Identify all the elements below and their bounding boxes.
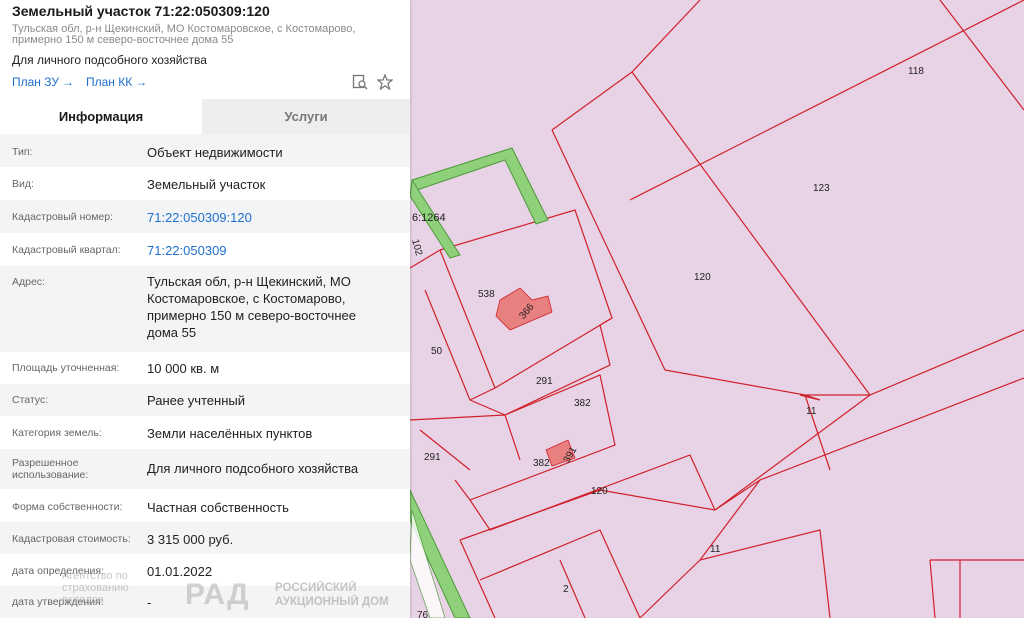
info-row-kind: Вид: Земельный участок [0,167,410,201]
tab-information[interactable]: Информация [0,99,202,134]
map-label-120b: 120 [591,486,608,497]
map-label-11b: 11 [710,544,721,555]
info-label: Тип: [12,146,33,158]
map-label-382a: 382 [574,398,591,409]
tab-bar: Информация Услуги [0,99,410,134]
info-row-type: Тип: Объект недвижимости [0,134,410,168]
info-row-cadastral-value: Кадастровая стоимость: 3 315 000 руб. [0,522,410,555]
parcel-purpose: Для личного подсобного хозяйства [12,53,207,67]
map-label-120: 120 [694,272,711,283]
info-row-cadastral-quarter: Кадастровый квартал: 71:22:050309 [0,233,410,267]
info-panel: Земельный участок 71:22:050309:120 Тульс… [0,0,410,618]
info-row-land-category: Категория земель: Земли населённых пункт… [0,416,410,450]
info-row-permitted-use: Разрешенное использование: Для личного п… [0,449,410,490]
map-label-1264: 6:1264 [412,212,446,224]
info-label: Форма собственности: [12,501,123,513]
info-value: Объект недвижимости [147,145,283,160]
map-label-291a: 291 [536,376,553,387]
plan-kk-link[interactable]: План КК → [86,75,147,89]
info-value: Частная собственность [147,500,289,515]
info-row-area: Площадь уточненная: 10 000 кв. м [0,352,410,385]
rad-watermark-line1: РОССИЙСКИЙ [275,582,357,594]
info-label: Вид: [12,178,34,190]
info-value: Земли населённых пунктов [147,426,313,441]
cadastral-number-link[interactable]: 71:22:050309:120 [147,209,387,226]
map-label-50: 50 [431,346,443,357]
plan-zu-link[interactable]: План ЗУ → [12,75,74,89]
map-label-118: 118 [908,66,924,77]
map-label-123: 123 [813,183,830,194]
info-value: Для личного подсобного хозяйства [147,461,359,476]
info-row-ownership: Форма собственности: Частная собственнос… [0,489,410,523]
arrow-right-icon: → [135,75,148,89]
info-value: 10 000 кв. м [147,361,220,376]
map-label-76: 76 [417,610,429,618]
info-value: Земельный участок [147,177,266,192]
info-value: 01.01.2022 [147,564,213,579]
parcel-address-short: Тульская обл, р-н Щекинский, МО Костомар… [12,23,356,46]
info-row-cadastral-number: Кадастровый номер: 71:22:050309:120 [0,200,410,234]
info-label: Кадастровый номер: [12,211,114,223]
rad-logo-watermark: РАД [185,578,250,611]
map-label-291b: 291 [424,452,441,463]
plan-zu-label: План ЗУ [12,75,59,89]
tab-services[interactable]: Услуги [202,99,410,134]
map-label-382b: 382 [533,458,550,469]
info-label: Категория земель: [12,427,102,439]
star-icon[interactable] [376,73,394,91]
agency-watermark: Агентство по страхованию вкладов [62,570,129,606]
info-label: Статус: [12,394,49,406]
map-label-2: 2 [563,584,569,595]
rad-watermark-line2: АУКЦИОННЫЙ ДОМ [275,596,389,608]
plan-kk-label: План КК [86,75,133,89]
info-value: Ранее учтенный [147,393,245,408]
info-label: Кадастровый квартал: [12,244,121,256]
arrow-right-icon: → [62,75,74,89]
info-row-status: Статус: Ранее учтенный [0,384,410,417]
info-row-address: Адрес: Тульская обл, р-н Щекинский, МО К… [0,266,410,353]
search-document-icon[interactable] [352,74,368,90]
map-label-538: 538 [478,289,495,300]
cadastral-quarter-link[interactable]: 71:22:050309 [147,242,387,259]
map-label-11a: 11 [806,406,817,417]
info-label: Кадастровая стоимость: [12,533,131,545]
info-label: Разрешенное использование: [12,457,89,481]
info-label: Адрес: [12,276,45,288]
info-value: Тульская обл, р-н Щекинский, МО Костомар… [147,274,356,340]
parcel-title: Земельный участок 71:22:050309:120 [12,3,270,19]
info-label: Площадь уточненная: [12,362,120,374]
info-value: 3 315 000 руб. [147,532,234,547]
